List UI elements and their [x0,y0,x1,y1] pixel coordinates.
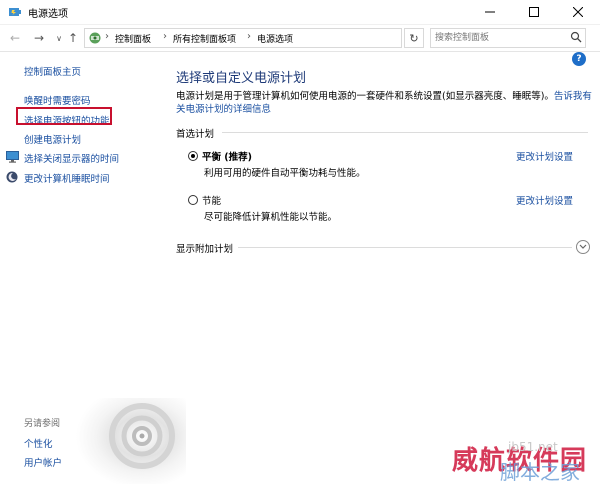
close-button[interactable] [556,0,600,24]
section-divider [222,132,588,133]
sidebar-item-sleep-time[interactable]: 更改计算机睡眠时间 [24,171,110,185]
plan-description-balanced: 利用可用的硬件自动平衡功耗与性能。 [204,168,366,179]
navigation-bar: ← → ∨ ↑ › 控制面板 › 所有控制面板项 › 电源选项 ∨ ↻ [0,25,600,52]
change-plan-settings-power-saver-link[interactable]: 更改计划设置 [516,193,573,207]
close-icon [573,7,583,17]
control-panel-icon [89,32,101,44]
watermark-site-text: jb51.net [508,440,558,454]
minimize-icon [485,11,495,13]
back-button[interactable]: ← [6,29,24,47]
address-bar[interactable]: › 控制面板 › 所有控制面板项 › 电源选项 ∨ [84,28,473,48]
up-button[interactable]: ↑ [64,29,82,47]
monitor-icon [6,151,19,163]
chevron-down-icon [579,244,587,249]
description-text: 电源计划是用于管理计算机如何使用电源的一套硬件和系统设置(如显示器亮度、睡眠等)… [176,91,554,102]
preferred-plans-heading: 首选计划 [176,129,215,140]
highlight-box [16,107,112,125]
watermark-script-text: 脚本之家 [500,460,580,484]
maximize-button[interactable] [512,0,556,24]
sidebar-item-user-accounts[interactable]: 用户帐户 [24,455,62,469]
plan-name-power-saver[interactable]: 节能 [202,193,221,207]
search-input[interactable] [435,30,563,45]
see-also-heading: 另请参阅 [24,419,61,429]
breadcrumb-separator: › [247,31,251,42]
arrow-right-icon: → [33,31,45,45]
title-bar: 电源选项 [0,0,600,25]
search-box[interactable] [430,28,586,48]
sidebar-item-create-plan[interactable]: 创建电源计划 [24,132,81,146]
page-title: 选择或自定义电源计划 [176,71,307,86]
sidebar-item-personalization[interactable]: 个性化 [24,436,53,450]
sidebar-item-wake-password[interactable]: 唤醒时需要密码 [24,93,91,107]
help-button[interactable]: ? [572,52,586,66]
window-title: 电源选项 [28,9,68,20]
breadcrumb-all-items[interactable]: 所有控制面板项 [173,32,236,45]
breadcrumb-control-panel[interactable]: 控制面板 [115,32,151,45]
radio-balanced-plan[interactable] [188,151,198,161]
section-divider [238,247,572,248]
power-options-icon [9,8,21,16]
change-plan-settings-balanced-link[interactable]: 更改计划设置 [516,149,573,163]
moon-icon [6,171,18,183]
arrow-left-icon: ← [9,31,21,45]
search-icon [570,31,582,43]
expand-additional-plans-button[interactable] [576,240,590,254]
maximize-icon [529,7,539,17]
refresh-icon: ↻ [409,31,419,45]
minimize-button[interactable] [468,0,512,24]
breadcrumb-separator: › [105,31,109,42]
page-description: 电源计划是用于管理计算机如何使用电源的一套硬件和系统设置(如显示器亮度、睡眠等)… [176,90,596,116]
plan-name-balanced[interactable]: 平衡 (推荐) [202,149,252,163]
forward-button[interactable]: → [30,29,48,47]
refresh-button[interactable]: ↻ [404,28,424,48]
chevron-down-icon: ∨ [56,33,62,43]
plan-description-power-saver: 尽可能降低计算机性能以节能。 [204,212,338,223]
breadcrumb-power-options[interactable]: 电源选项 [257,32,293,45]
sidebar-item-control-panel-home[interactable]: 控制面板主页 [24,64,81,78]
sidebar-item-display-off[interactable]: 选择关闭显示器的时间 [24,151,119,165]
arrow-up-icon: ↑ [67,31,79,45]
radio-power-saver-plan[interactable] [188,195,198,205]
breadcrumb-separator: › [163,31,167,42]
decorative-swirl-image [76,398,186,484]
show-additional-plans-heading[interactable]: 显示附加计划 [176,241,233,255]
question-icon: ? [576,54,582,64]
